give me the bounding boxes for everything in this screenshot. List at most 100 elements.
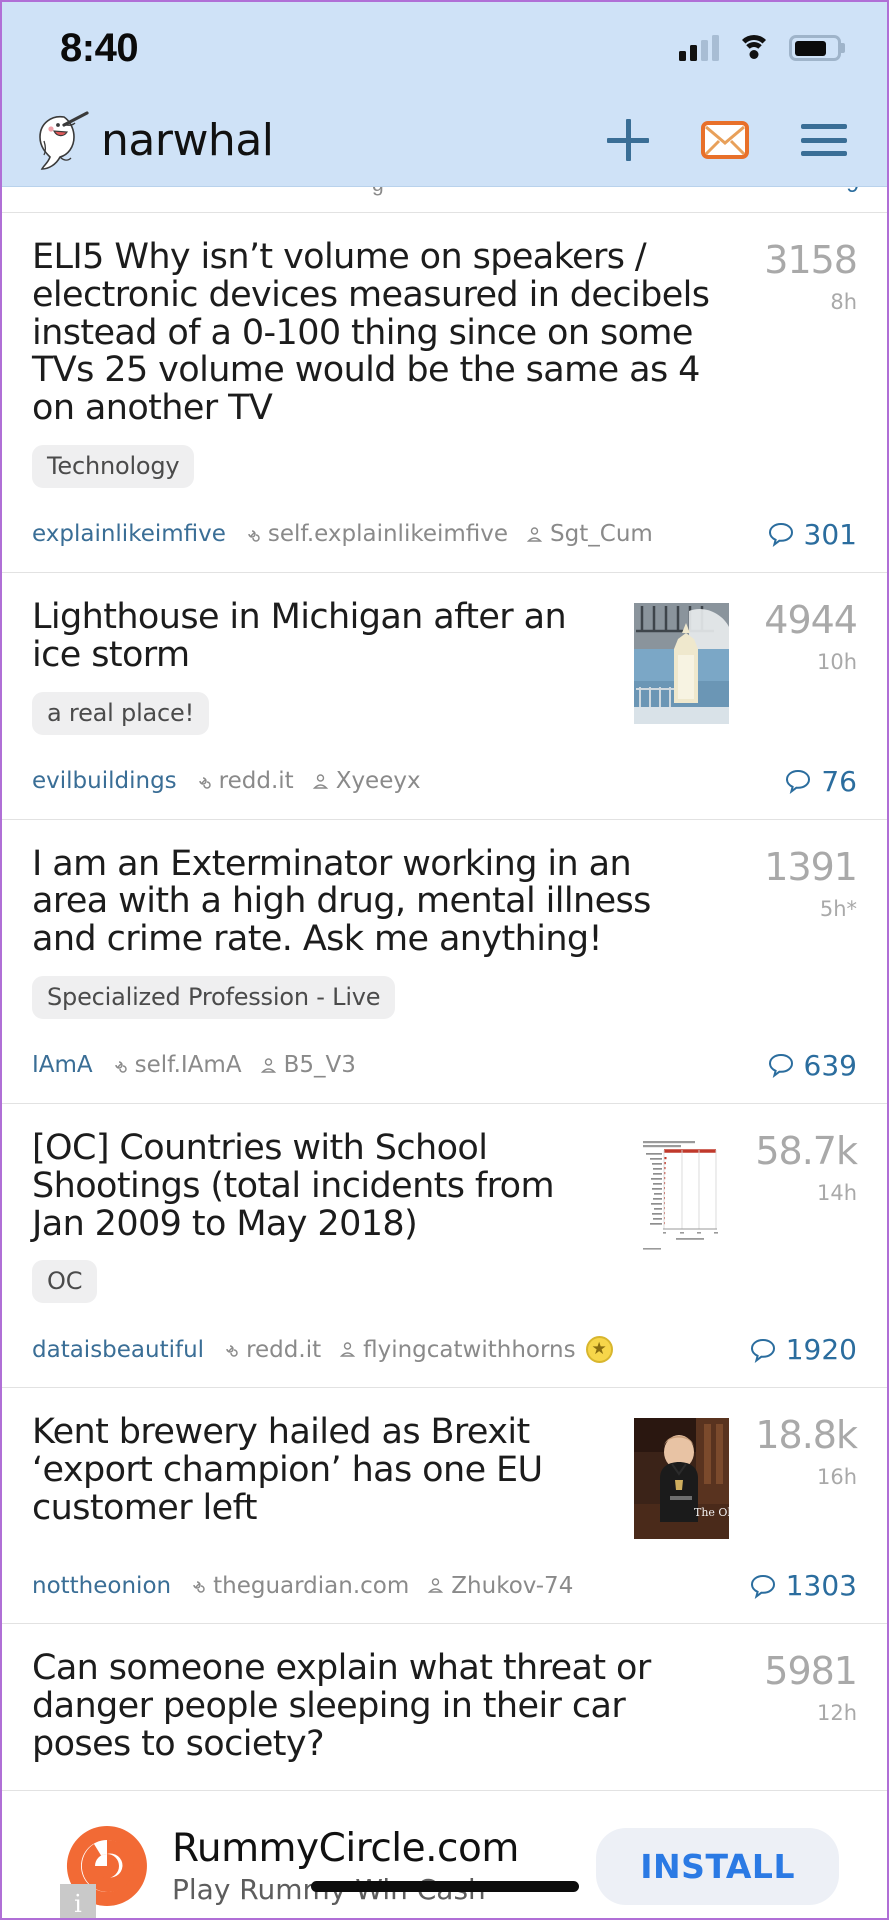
post-score: 3158 bbox=[764, 238, 858, 282]
post-title[interactable]: Can someone explain what threat or dange… bbox=[32, 1649, 713, 1763]
post-age: 5h* bbox=[819, 896, 857, 921]
post-comments[interactable]: 639 bbox=[767, 1049, 857, 1082]
post-score-block: 18.8k 16h bbox=[729, 1413, 858, 1489]
post-subreddit[interactable]: nottheonion bbox=[32, 1573, 171, 1599]
post-domain-wrap: self.IAmA bbox=[110, 1052, 242, 1078]
phone-screen: 8:40 narwhal ELI5 Why isn’t volume on sp… bbox=[0, 0, 889, 1920]
post-title[interactable]: Lighthouse in Michigan after an ice stor… bbox=[32, 598, 612, 675]
post-score-block: 5981 12h bbox=[729, 1650, 858, 1726]
status-bar-clock: 8:40 bbox=[60, 25, 139, 70]
post-author-wrap: Zhukov-74 bbox=[426, 1573, 573, 1599]
hamburger-menu-icon bbox=[801, 124, 847, 156]
post-thumbnail[interactable] bbox=[634, 602, 729, 724]
status-bar: 8:40 bbox=[2, 2, 887, 94]
post-age: 12h bbox=[816, 1701, 857, 1726]
battery-icon bbox=[789, 35, 841, 61]
partial-post-row[interactable]: g — — 9 bbox=[2, 187, 887, 213]
app-name-label: narwhal bbox=[101, 114, 274, 166]
svg-text:The Ob: The Ob bbox=[694, 1506, 729, 1519]
post-author-wrap: Sgt_Cum bbox=[525, 521, 653, 547]
post-author[interactable]: Xyeeyx bbox=[336, 768, 421, 794]
post-subreddit[interactable]: evilbuildings bbox=[32, 768, 177, 794]
app-nav-bar: narwhal bbox=[2, 94, 887, 187]
gold-award-icon: ★ bbox=[585, 1336, 613, 1364]
narwhal-logo-icon bbox=[30, 107, 92, 173]
post-item[interactable]: Kent brewery hailed as Brexit ‘export ch… bbox=[2, 1388, 887, 1625]
post-author[interactable]: Zhukov-74 bbox=[451, 1573, 573, 1599]
post-author-wrap: B5_V3 bbox=[259, 1052, 356, 1078]
post-comments[interactable]: 301 bbox=[767, 518, 857, 551]
post-comments[interactable]: 1303 bbox=[749, 1569, 857, 1602]
post-domain: redd.it bbox=[246, 1336, 322, 1363]
post-feed[interactable]: g — — 9 ELI5 Why isn’t volume on speaker… bbox=[2, 187, 887, 1791]
post-comment-count: 76 bbox=[821, 764, 857, 798]
post-score: 58.7k bbox=[755, 1128, 858, 1173]
post-author[interactable]: flyingcatwithhorns bbox=[363, 1337, 575, 1363]
ad-info-icon[interactable]: i bbox=[60, 1883, 96, 1918]
post-author-wrap: flyingcatwithhorns ★ bbox=[338, 1336, 613, 1364]
add-post-button[interactable] bbox=[607, 119, 649, 161]
link-icon bbox=[198, 776, 211, 789]
ad-title: RummyCircle.com bbox=[172, 1826, 519, 1872]
post-domain-wrap: redd.it bbox=[221, 1337, 321, 1363]
install-button[interactable]: INSTALL bbox=[596, 1827, 839, 1905]
post-title[interactable]: [OC] Countries with School Shootings (to… bbox=[32, 1129, 612, 1243]
app-brand[interactable]: narwhal bbox=[30, 107, 274, 173]
post-comments[interactable]: 1920 bbox=[749, 1333, 857, 1366]
link-icon bbox=[226, 1345, 238, 1358]
post-comment-count: 301 bbox=[803, 517, 857, 551]
nav-actions bbox=[607, 119, 847, 161]
plus-icon bbox=[607, 119, 649, 161]
post-author[interactable]: B5_V3 bbox=[284, 1052, 356, 1078]
post-score-block: 4944 10h bbox=[729, 597, 858, 674]
wifi-icon bbox=[737, 35, 771, 61]
post-flair: Technology bbox=[32, 444, 195, 488]
post-item[interactable]: I am an Exterminator working in an area … bbox=[2, 820, 887, 1104]
link-icon bbox=[248, 530, 260, 542]
partial-meta: g — — bbox=[372, 187, 461, 197]
post-meta-row: evilbuildings redd.it Xyeeyx 76 bbox=[32, 735, 857, 819]
post-item[interactable]: Can someone explain what threat or dange… bbox=[2, 1624, 887, 1791]
link-icon bbox=[193, 1581, 205, 1594]
speech-bubble-icon bbox=[768, 1054, 793, 1079]
post-thumbnail[interactable] bbox=[634, 1133, 729, 1255]
link-icon bbox=[114, 1061, 127, 1073]
person-icon bbox=[526, 527, 543, 542]
speech-bubble-icon bbox=[768, 523, 793, 548]
post-comment-count: 639 bbox=[803, 1048, 857, 1082]
post-age: 10h bbox=[816, 649, 857, 674]
post-score-block: 58.7k 14h bbox=[729, 1128, 858, 1205]
person-icon bbox=[312, 773, 328, 789]
post-score: 18.8k bbox=[755, 1413, 858, 1458]
post-item[interactable]: ELI5 Why isn’t volume on speakers / elec… bbox=[2, 213, 887, 573]
post-flair: OC bbox=[32, 1260, 98, 1304]
post-item[interactable]: Lighthouse in Michigan after an ice stor… bbox=[2, 573, 887, 820]
post-age: 14h bbox=[816, 1180, 857, 1205]
post-meta-row: IAmA self.IAmA B5_V3 639 bbox=[32, 1019, 857, 1103]
post-subreddit[interactable]: IAmA bbox=[32, 1052, 93, 1078]
post-title[interactable]: ELI5 Why isn’t volume on speakers / elec… bbox=[32, 238, 713, 428]
post-subreddit[interactable]: explainlikeimfive bbox=[32, 521, 226, 547]
menu-button[interactable] bbox=[801, 124, 847, 156]
post-author[interactable]: Sgt_Cum bbox=[550, 521, 653, 547]
post-title[interactable]: I am an Exterminator working in an area … bbox=[32, 845, 713, 959]
messages-button[interactable] bbox=[701, 121, 749, 159]
post-thumbnail[interactable]: The Ob bbox=[634, 1418, 729, 1540]
post-comments[interactable]: 76 bbox=[784, 765, 857, 798]
post-score-block: 3158 8h bbox=[729, 238, 858, 314]
post-comment-count: 1920 bbox=[785, 1333, 857, 1367]
post-score: 4944 bbox=[764, 597, 858, 642]
post-meta-row: dataisbeautiful redd.it flyingcatwithhor… bbox=[32, 1303, 857, 1387]
post-item[interactable]: [OC] Countries with School Shootings (to… bbox=[2, 1104, 887, 1389]
post-domain: self.explainlikeimfive bbox=[267, 521, 509, 548]
post-domain-wrap: self.explainlikeimfive bbox=[243, 521, 508, 547]
post-subreddit[interactable]: dataisbeautiful bbox=[32, 1337, 204, 1363]
post-title[interactable]: Kent brewery hailed as Brexit ‘export ch… bbox=[32, 1413, 612, 1527]
post-domain-wrap: redd.it bbox=[194, 768, 294, 794]
envelope-icon bbox=[701, 121, 749, 159]
ad-banner[interactable]: RummyCircle.com Play Rummy Win Cash INST… bbox=[2, 1790, 887, 1918]
post-author-wrap: Xyeeyx bbox=[311, 768, 421, 794]
person-icon bbox=[339, 1342, 356, 1358]
home-indicator[interactable] bbox=[310, 1881, 579, 1892]
post-age: 8h bbox=[830, 290, 857, 314]
